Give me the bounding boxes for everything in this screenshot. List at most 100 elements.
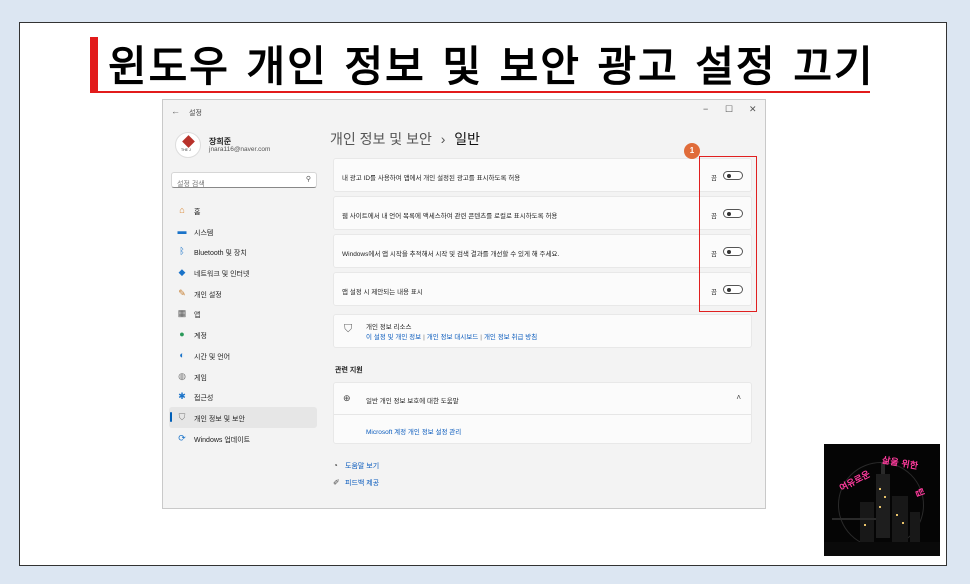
shield-icon: ⛉ [344, 323, 353, 335]
avatar-text: THE J [181, 148, 191, 152]
annotation-highlight-box [699, 156, 757, 312]
setting-label: 앱 설정 시 제안되는 내용 표시 [342, 289, 423, 296]
sidebar-item-8[interactable]: ◍ 게임 [169, 366, 317, 387]
sidebar-item-label: 시간 및 언어 [194, 353, 231, 361]
sidebar-item-2[interactable]: ᛒ Bluetooth 및 장치 [169, 241, 317, 262]
sidebar-item-label: 개인 설정 [194, 291, 222, 299]
minimize-button[interactable]: − [703, 104, 708, 114]
back-arrow-icon[interactable]: ← [171, 106, 180, 116]
sidebar-item-10[interactable]: ⛉ 개인 정보 및 보안 [169, 406, 317, 428]
give-feedback-label: 피드백 제공 [345, 480, 380, 487]
link-privacy-dashboard[interactable]: 개인 정보 대시보드 [427, 334, 478, 341]
sidebar-item-label: 개인 정보 및 보안 [194, 415, 245, 423]
sidebar-item-label: 게임 [194, 374, 207, 382]
avatar-logo-icon [182, 135, 195, 148]
sidebar-item-4[interactable]: ✎ 개인 설정 [169, 283, 317, 304]
logo-window-light [864, 524, 866, 526]
give-feedback-link[interactable]: ✐ 피드백 제공 [333, 478, 379, 488]
setting-row-ad-id: 내 광고 ID를 사용하여 앱에서 개인 설정된 광고를 표시하도록 허용 끔 [333, 158, 752, 192]
sidebar-item-5[interactable]: ▦ 앱 [169, 303, 317, 324]
title-underline [90, 91, 870, 93]
related-support-heading: 관련 지원 [335, 367, 363, 374]
apps-icon: ▦ [177, 308, 187, 319]
logo-bridge [832, 518, 876, 520]
sidebar-item-label: 계정 [194, 333, 207, 341]
sidebar-item-3[interactable]: ◆ 네트워크 및 인터넷 [169, 262, 317, 283]
link-privacy-statement[interactable]: 개인 정보 취급 방침 [484, 334, 537, 341]
sidebar-item-6[interactable]: ● 계정 [169, 324, 317, 345]
sidebar-item-11[interactable]: ⟳ Windows 업데이트 [169, 428, 317, 449]
logo-building [910, 512, 920, 542]
logo-window-light [879, 488, 881, 490]
page-title: 일반 [454, 131, 481, 147]
setting-label: 내 광고 ID를 사용하여 앱에서 개인 설정된 광고를 표시하도록 허용 [342, 175, 521, 182]
sidebar-item-7[interactable]: ◐ 시간 및 언어 [169, 345, 317, 366]
maximize-button[interactable]: ☐ [725, 104, 733, 115]
annotation-badge: 1 [684, 143, 700, 159]
sidebar-item-label: 홈 [194, 209, 201, 216]
related-support-card: ⊕ 일반 개인 정보 보호에 대한 도움말 ˄ Microsoft 계정 개인 … [333, 382, 752, 444]
resources-links: 이 설정 및 개인 정보 | 개인 정보 대시보드 | 개인 정보 취급 방침 [366, 331, 537, 341]
logo-window-light [902, 522, 904, 524]
search-icon[interactable]: ⚲ [306, 175, 311, 183]
logo-window-light [884, 496, 886, 498]
wifi-icon: ◆ [178, 267, 186, 278]
logo-building [892, 496, 908, 542]
slide-title: 윈도우 개인 정보 및 보안 광고 설정 끄기 [108, 42, 875, 91]
setting-row-language-list: 웹 사이트에서 내 언어 목록에 액세스하여 관련 콘텐츠를 로컬로 표시하도록… [333, 196, 752, 230]
link-separator: | [423, 334, 425, 341]
sidebar-item-label: 네트워크 및 인터넷 [194, 271, 250, 279]
logo-building [860, 502, 874, 542]
ms-account-privacy-link[interactable]: Microsoft 계정 개인 정보 설정 관리 [366, 426, 461, 436]
sidebar-item-label: 시스템 [194, 229, 214, 237]
account-icon: ● [179, 329, 185, 340]
logo-window-light [879, 506, 881, 508]
avatar: THE J [175, 132, 201, 158]
window-titlebar: ← 설정 − ☐ ✕ [163, 100, 765, 124]
shield-icon: ⛉ [178, 411, 186, 422]
active-indicator [170, 411, 172, 422]
privacy-resources-card: ⛉ 개인 정보 리소스 이 설정 및 개인 정보 | 개인 정보 대시보드 | 개인 정… [333, 314, 752, 348]
link-separator: | [480, 334, 482, 341]
get-help-label: 도움말 보기 [345, 463, 380, 470]
close-button[interactable]: ✕ [749, 104, 757, 115]
sidebar-item-9[interactable]: ✱ 접근성 [169, 386, 317, 407]
search-input[interactable] [172, 177, 292, 192]
app-title: 설정 [189, 110, 202, 117]
breadcrumb-separator: › [440, 131, 446, 147]
setting-row-app-launch-tracking: Windows에서 앱 시작을 추적해서 시작 및 검색 결과를 개선할 수 있… [333, 234, 752, 268]
sidebar-item-label: 앱 [194, 312, 201, 320]
gamepad-icon: ◍ [178, 370, 186, 381]
update-icon: ⟳ [178, 432, 186, 443]
settings-window: ← 설정 − ☐ ✕ THE J 장희준 jnara116@naver.com … [162, 99, 766, 509]
setting-label: 웹 사이트에서 내 언어 목록에 액세스하여 관련 콘텐츠를 로컬로 표시하도록… [342, 213, 558, 220]
resources-title: 개인 정보 리소스 [366, 324, 412, 331]
monitor-icon: ▬ [177, 225, 187, 236]
setting-row-suggested-content: 앱 설정 시 제안되는 내용 표시 끔 [333, 272, 752, 306]
channel-logo-image: 여유로운 삶을 위한 팁 [824, 444, 940, 556]
logo-water [824, 542, 940, 556]
clock-globe-icon: ◐ [179, 349, 185, 360]
sidebar-item-label: Bluetooth 및 장치 [194, 250, 247, 258]
title-accent-bar [90, 37, 98, 93]
feedback-icon: ✐ [333, 478, 340, 487]
brush-icon: ✎ [178, 287, 186, 298]
sidebar-item-1[interactable]: ▬ 시스템 [169, 221, 317, 242]
bluetooth-icon: ᛒ [179, 246, 185, 257]
home-icon: ⌂ [179, 205, 185, 215]
help-icon: ◔ [333, 461, 338, 470]
help-expander[interactable]: ⊕ 일반 개인 정보 보호에 대한 도움말 ˄ [334, 383, 751, 415]
sidebar-nav: ⌂ 홈 ▬ 시스템 ᛒ Bluetooth 및 장치 ◆ 네트워크 및 인터넷 ✎ 개인 설정 ▦ 앱… [169, 200, 317, 448]
search-box[interactable]: ⚲ [171, 172, 317, 192]
accessibility-icon: ✱ [178, 391, 186, 402]
globe-icon: ⊕ [343, 393, 351, 403]
sidebar-item-label: 접근성 [194, 395, 214, 403]
link-settings-privacy[interactable]: 이 설정 및 개인 정보 [366, 334, 421, 341]
get-help-link[interactable]: ◔ 도움말 보기 [333, 461, 379, 471]
sidebar-item-0[interactable]: ⌂ 홈 [169, 200, 317, 221]
help-label: 일반 개인 정보 보호에 대한 도움말 [366, 398, 459, 405]
setting-label: Windows에서 앱 시작을 추적해서 시작 및 검색 결과를 개선할 수 있… [342, 251, 560, 258]
breadcrumb-parent[interactable]: 개인 정보 및 보안 [330, 131, 432, 147]
logo-window-light [896, 514, 898, 516]
chevron-up-icon[interactable]: ˄ [736, 393, 741, 402]
